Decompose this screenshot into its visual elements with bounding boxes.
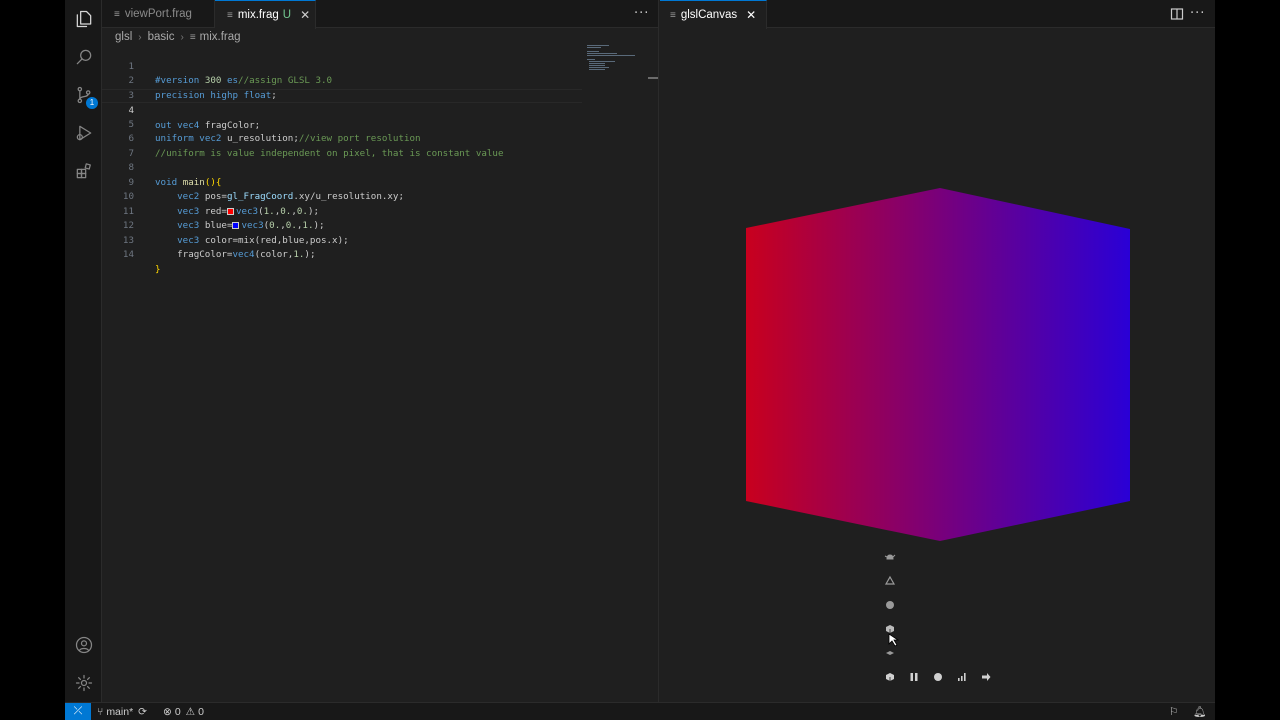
cube-icon[interactable] xyxy=(886,625,894,633)
minimap[interactable] xyxy=(585,44,645,74)
explorer-icon[interactable] xyxy=(65,0,102,38)
branch-icon: ⑂ xyxy=(97,705,104,718)
sphere-icon[interactable] xyxy=(886,601,894,609)
problems-indicator[interactable]: ⊗ 0 ⚠ 0 xyxy=(163,703,204,720)
file-icon: ≡ xyxy=(114,8,120,20)
rendered-cube xyxy=(746,188,1130,541)
chevron-right-icon: › xyxy=(138,31,142,43)
remote-icon[interactable]: ⤫ xyxy=(65,703,91,720)
close-icon[interactable]: ✕ xyxy=(300,8,310,22)
stats-icon[interactable] xyxy=(958,673,966,681)
glsl-preview-pane: ≡ glslCanvas ✕ ··· xyxy=(660,0,1215,702)
breadcrumb-item[interactable]: mix.frag xyxy=(200,31,241,43)
settings-icon[interactable] xyxy=(65,664,102,702)
tab-label: viewPort.frag xyxy=(124,8,192,20)
account-icon[interactable] xyxy=(65,626,102,664)
more-actions-icon[interactable]: ··· xyxy=(634,6,649,21)
code-line: 9 vec2 pos=gl_FragCoord.xy/u_resolution.… xyxy=(102,161,582,203)
extensions-icon[interactable] xyxy=(65,152,102,190)
arrow-right-icon[interactable] xyxy=(982,673,991,681)
code-line: 12 vec3 color=mix(red,blue,pos.x); xyxy=(102,205,582,246)
branch-name: main* xyxy=(106,705,134,718)
code-line: 13 fragColor=vec4(color,1.); xyxy=(102,219,582,261)
warning-count: 0 xyxy=(198,705,204,718)
code-line: 14 } xyxy=(102,234,582,275)
code-line: 1 #version 300 es//assign GLSL 3.0 xyxy=(102,45,582,87)
editor-tab-bar: ≡ viewPort.frag ≡ mix.frag U ✕ ··· xyxy=(102,0,658,29)
status-bar: ⤫ ⑂ main* ⟳ ⊗ 0 ⚠ 0 ⚐ 🔔︎ xyxy=(65,702,1215,720)
code-line-current: 4 out vec4 fragColor; xyxy=(102,88,582,131)
breadcrumb-item[interactable]: glsl xyxy=(115,31,132,43)
code-line: 5 uniform vec2 u_resolution;//view port … xyxy=(102,103,582,145)
source-control-icon[interactable]: 1 xyxy=(65,76,102,114)
code-line: 3 xyxy=(102,74,582,101)
pause-icon[interactable] xyxy=(910,673,918,681)
bell-icon[interactable]: 🔔︎ xyxy=(1193,703,1206,720)
editor-group: ≡ viewPort.frag ≡ mix.frag U ✕ ··· glsl … xyxy=(102,0,658,702)
code-text: fragColor=vec4(color,1.); xyxy=(155,249,316,260)
file-icon: ≡ xyxy=(227,9,233,21)
run-debug-icon[interactable] xyxy=(65,114,102,152)
search-icon[interactable] xyxy=(65,38,102,76)
warning-icon: ⚠ xyxy=(185,705,196,718)
glsl-canvas[interactable] xyxy=(660,0,1215,702)
tab-label: mix.frag xyxy=(237,9,279,21)
cube-icon[interactable] xyxy=(886,673,894,681)
chevron-right-icon: › xyxy=(180,31,184,43)
code-line: 2 precision highp float; xyxy=(102,60,582,101)
source-control-badge: 1 xyxy=(86,97,98,109)
sync-icon[interactable]: ⟳ xyxy=(138,704,147,720)
code-line: 10 vec3 red= vec3(1.,0.,0.); xyxy=(102,176,582,217)
error-icon: ⊗ xyxy=(163,705,172,718)
tab-viewport-frag[interactable]: ≡ viewPort.frag xyxy=(102,0,215,28)
code-line: 11 vec3 blue= vec3(0.,0.,1.); xyxy=(102,190,582,232)
split-divider[interactable] xyxy=(658,0,659,702)
plane-icon[interactable] xyxy=(886,651,894,655)
error-count: 0 xyxy=(174,705,181,718)
breadcrumb-item[interactable]: basic xyxy=(148,31,175,43)
teapot-icon[interactable] xyxy=(884,554,896,560)
code-line: 7 xyxy=(102,132,582,159)
tetrahedron-icon[interactable] xyxy=(884,575,896,585)
record-icon[interactable] xyxy=(934,673,942,681)
activity-bar: 1 xyxy=(65,0,102,702)
tab-mix-frag[interactable]: ≡ mix.frag U ✕ xyxy=(215,0,316,29)
code-text: } xyxy=(155,263,161,275)
mouse-cursor xyxy=(888,633,900,647)
breadcrumb: glsl › basic › ≡ mix.frag xyxy=(115,29,241,45)
line-number: 14 xyxy=(122,249,134,260)
scrollbar-marker[interactable] xyxy=(648,77,658,79)
file-icon: ≡ xyxy=(189,31,196,43)
copilot-icon[interactable]: ⚐ xyxy=(1169,703,1178,720)
branch-indicator[interactable]: ⑂ main* ⟳ xyxy=(97,703,147,720)
code-line: 6 //uniform is value independent on pixe… xyxy=(102,118,582,159)
code-line: 8 void main(){ xyxy=(102,147,582,188)
untracked-indicator: U xyxy=(282,9,292,21)
vscode-window: 1 ≡ viewPort.frag ≡ mix.frag U ✕ ··· gls… xyxy=(65,0,1215,702)
